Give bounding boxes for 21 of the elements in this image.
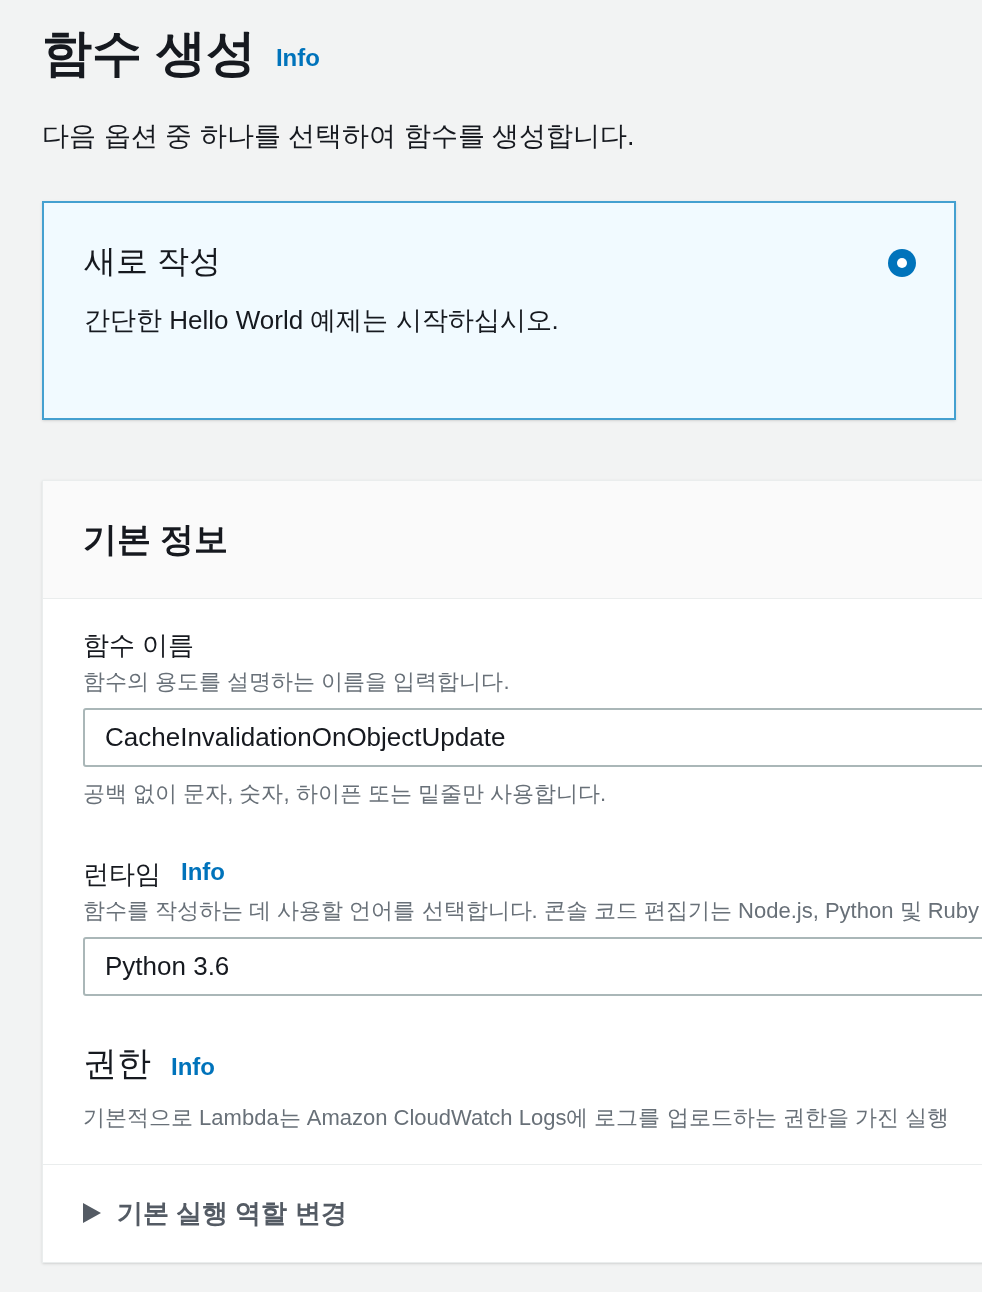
panel-title: 기본 정보 [83, 518, 229, 560]
field-description: 함수의 용도를 설명하는 이름을 입력합니다. [83, 668, 511, 696]
option-title: 새로 작성 [84, 241, 221, 281]
option-card[interactable]: 새로 작성 간단한 Hello World 예제는 시작하십시오. [42, 200, 956, 420]
field-description: 함수를 작성하는 데 사용할 언어를 선택합니다. 콘솔 코드 편집기는 Node.js, Python 및 Ruby [83, 897, 981, 925]
field-label: 함수 이름 [83, 628, 195, 661]
field-label: 런타임 [83, 857, 161, 890]
function-name-field[interactable]: CacheInvalidationOnObjectUpdate [83, 708, 982, 767]
runtime-select[interactable]: Python 3.6 [83, 937, 982, 996]
info-link[interactable]: Info [181, 854, 225, 890]
page-description: 다음 옵션 중 하나를 선택하여 함수를 생성합니다. [42, 120, 636, 153]
field-label: 권한 [83, 1043, 151, 1084]
caret-icon [83, 1203, 101, 1223]
field-description: 기본적으로 Lambda는 Amazon CloudWatch Logs에 로그를 업로드하는 권한을 가진 실행 [83, 1103, 950, 1132]
info-link[interactable]: Info [171, 1048, 215, 1085]
option-description: 간단한 Hello World 예제는 시작하십시오. [84, 303, 559, 337]
info-link[interactable]: Info [275, 44, 320, 71]
expander-toggle[interactable]: 기본 실행 역할 변경 [83, 1193, 347, 1233]
page-title: 함수 생성 [42, 28, 256, 78]
field-constraint: 공백 없이 문자, 숫자, 하이픈 또는 밑줄만 사용합니다. [83, 780, 608, 808]
radio-button[interactable] [888, 248, 916, 277]
